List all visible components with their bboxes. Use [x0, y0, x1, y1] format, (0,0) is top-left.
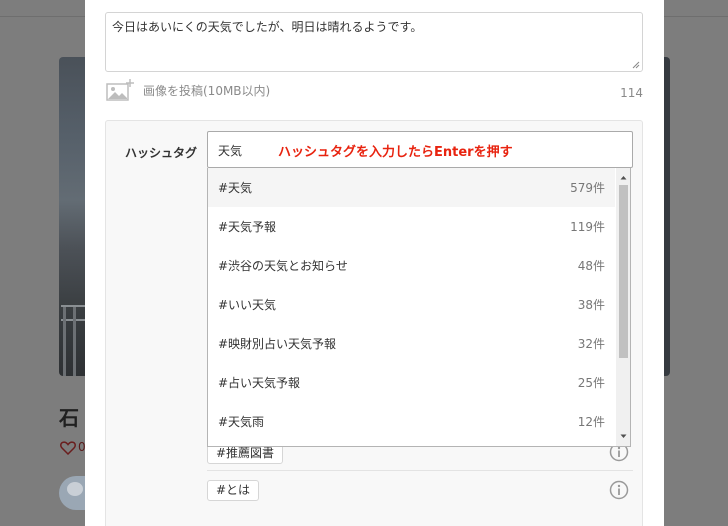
suggestion-item[interactable]: #天気予報 119件 [208, 207, 615, 246]
hashtag-input-annotation: ハッシュタグを入力したらEnterを押す [278, 145, 513, 160]
suggestion-tag: #天気予報 [218, 220, 277, 234]
existing-hashtag[interactable]: #とは [207, 480, 260, 501]
hashtag-list-divider [207, 470, 633, 471]
hashtag-input-value: 天気 [218, 144, 243, 158]
suggestion-tag: #いい天気 [218, 298, 277, 312]
suggestion-item[interactable]: #天気 579件 [208, 168, 615, 207]
post-body-textarea[interactable]: 今日はあいにくの天気でしたが、明日は晴れるようです。 [105, 12, 643, 72]
suggestion-count: 48件 [577, 259, 605, 273]
suggestion-tag: #映財別占い天気予報 [218, 337, 337, 351]
image-upload-label: 画像を投稿(10MB以内) [143, 83, 271, 98]
suggestion-tag: #天気 [218, 181, 253, 195]
post-body-text: 今日はあいにくの天気でしたが、明日は晴れるようです。 [112, 20, 423, 34]
background-article-title: 石 [59, 406, 79, 430]
image-upload-button[interactable]: 画像を投稿(10MB以内) [106, 79, 270, 101]
hashtag-input[interactable]: 天気 ハッシュタグを入力したらEnterを押す [207, 131, 633, 168]
suggestion-tag: #天気雨 [218, 415, 265, 429]
heart-icon [60, 441, 76, 455]
suggestion-item[interactable]: #占い天気予報 25件 [208, 363, 615, 402]
suggestion-scrollbar[interactable] [616, 168, 631, 446]
suggestion-count: 25件 [577, 376, 605, 390]
suggestion-tag: #渋谷の天気とお知らせ [218, 259, 348, 273]
suggestion-count: 579件 [570, 181, 605, 195]
suggestion-count: 38件 [577, 298, 605, 312]
hashtag-suggestion-dropdown: #天気 579件 #天気予報 119件 #渋谷の天気とお知らせ 48件 #いい天… [207, 168, 631, 447]
suggestion-item[interactable]: #天気雨 12件 [208, 402, 615, 441]
background-article-photo [59, 57, 85, 376]
suggestion-list: #天気 579件 #天気予報 119件 #渋谷の天気とお知らせ 48件 #いい天… [208, 168, 615, 441]
character-count: 114 [620, 86, 643, 100]
suggestion-count: 119件 [570, 220, 605, 234]
scroll-down-arrow-icon[interactable] [616, 429, 631, 444]
scrollbar-thumb[interactable] [619, 185, 628, 358]
suggestion-count: 12件 [577, 415, 605, 429]
suggestion-item[interactable]: #いい天気 38件 [208, 285, 615, 324]
suggestion-count: 32件 [577, 337, 605, 351]
background-article-photo-edge [664, 57, 670, 376]
info-icon[interactable] [609, 480, 629, 500]
avatar [59, 476, 87, 510]
add-image-icon [106, 79, 134, 101]
suggestion-item[interactable]: #映財別占い天気予報 32件 [208, 324, 615, 363]
scroll-up-arrow-icon[interactable] [616, 170, 631, 185]
suggestion-item[interactable]: #渋谷の天気とお知らせ 48件 [208, 246, 615, 285]
suggestion-tag: #占い天気予報 [218, 376, 301, 390]
hashtag-label: ハッシュタグ [125, 146, 198, 160]
resize-grip-icon[interactable] [632, 61, 640, 69]
